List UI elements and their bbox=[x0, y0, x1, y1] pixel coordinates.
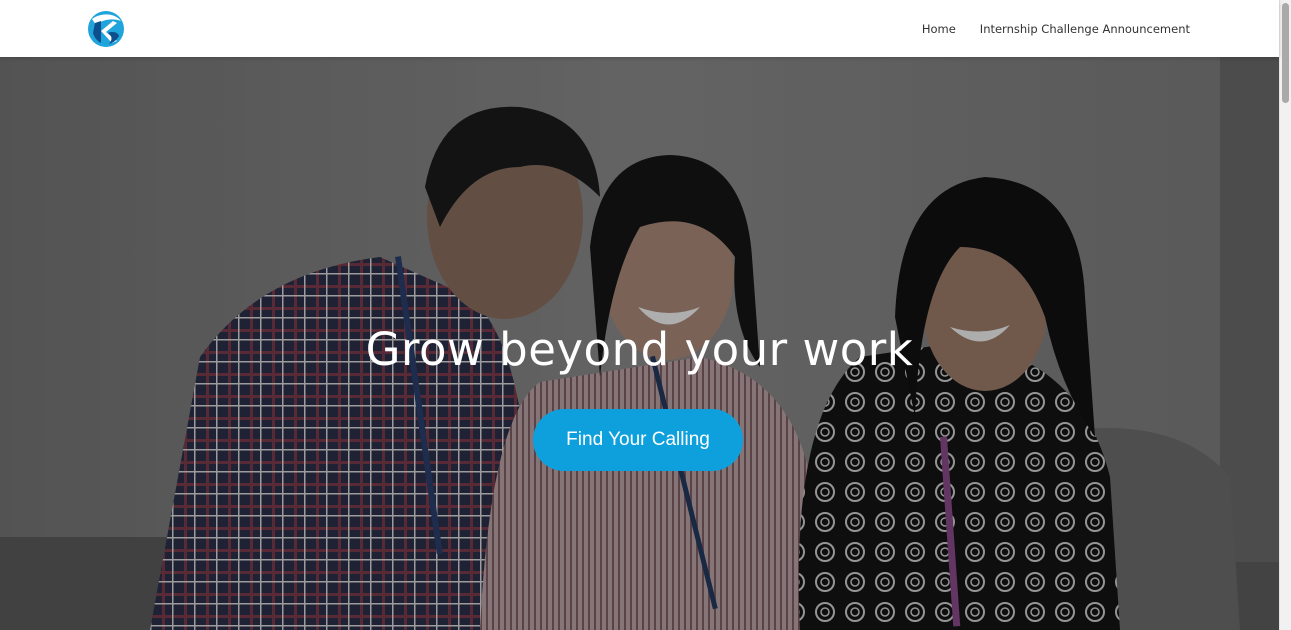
page-scrollbar[interactable] bbox=[1279, 0, 1291, 630]
nav-link-internship-challenge[interactable]: Internship Challenge Announcement bbox=[980, 22, 1190, 36]
main-nav: Home Internship Challenge Announcement bbox=[922, 0, 1190, 57]
scrollbar-thumb[interactable] bbox=[1282, 3, 1289, 103]
logo-graphic bbox=[88, 11, 124, 47]
site-header: Home Internship Challenge Announcement bbox=[0, 0, 1279, 57]
page: Home Internship Challenge Announcement G… bbox=[0, 0, 1291, 630]
company-logo-icon[interactable] bbox=[86, 9, 126, 49]
nav-link-home[interactable]: Home bbox=[922, 22, 956, 36]
find-your-calling-button[interactable]: Find Your Calling bbox=[533, 409, 743, 471]
hero-title: Grow beyond your work bbox=[365, 323, 914, 376]
hero-section: Grow beyond your work Find Your Calling bbox=[0, 57, 1279, 630]
